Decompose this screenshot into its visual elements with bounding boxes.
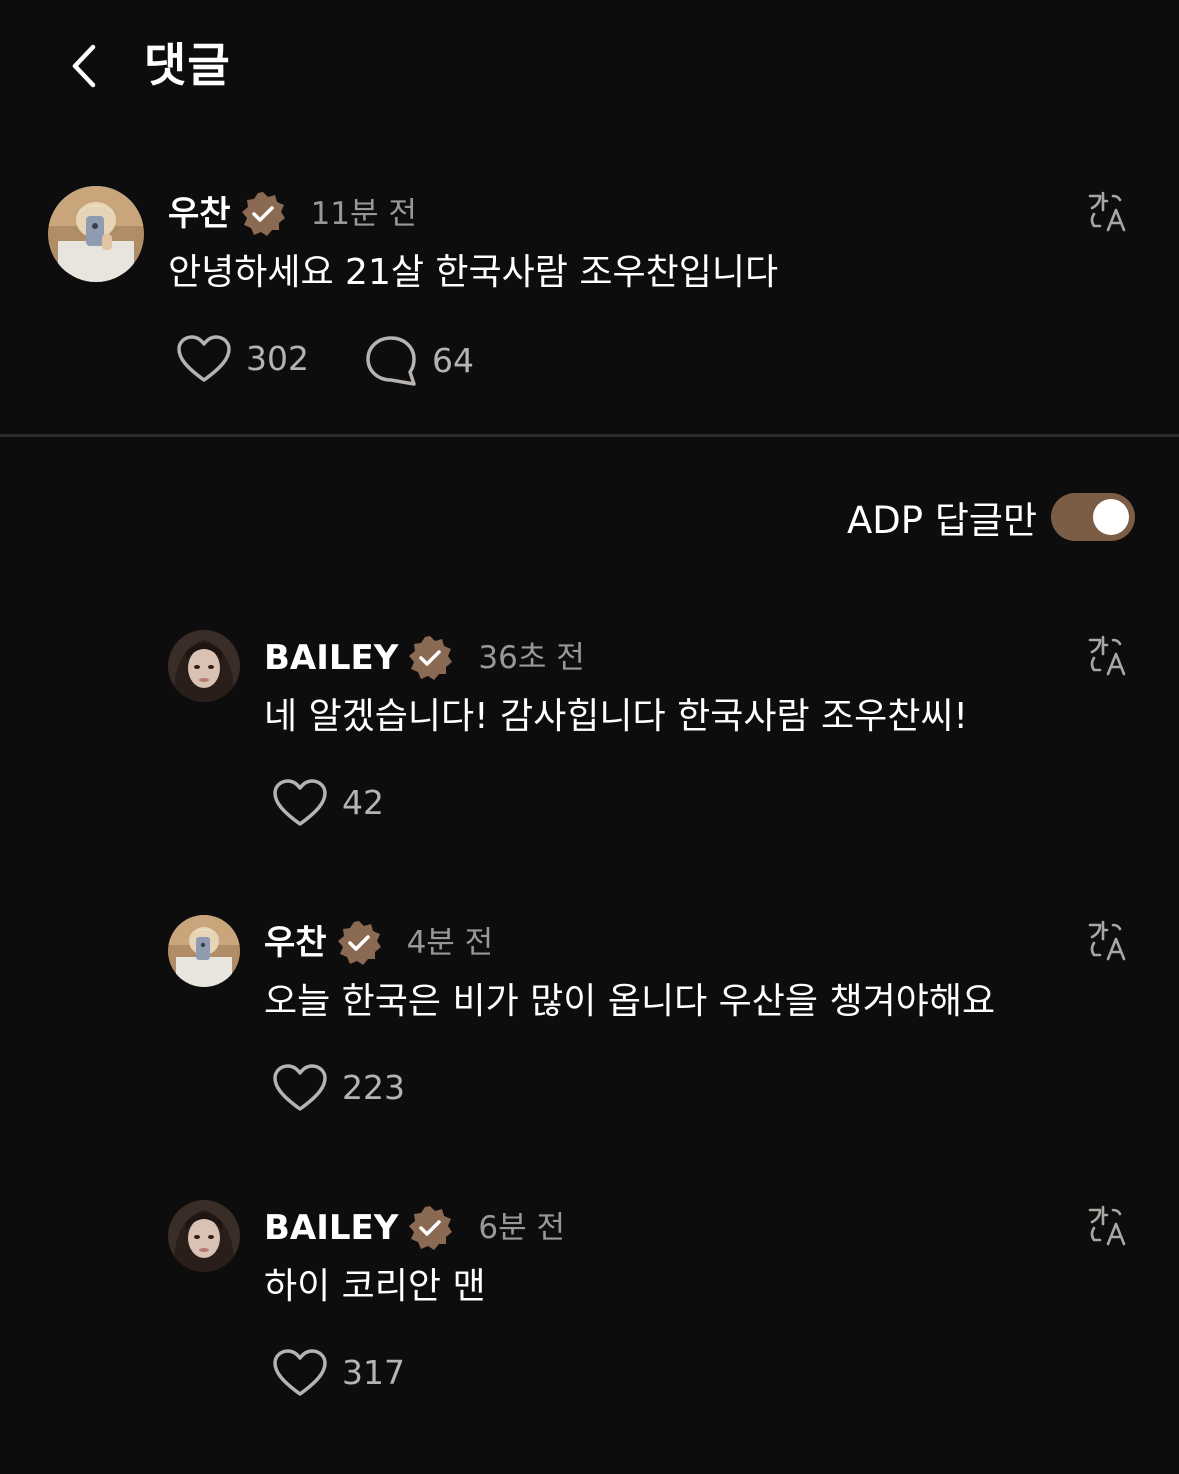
comment-text: 오늘 한국은 비가 많이 옵니다 우산을 챙겨야해요 [264, 981, 996, 1022]
avatar[interactable] [168, 915, 240, 987]
speech-bubble-icon [366, 336, 416, 386]
like-count: 302 [246, 339, 309, 378]
comment-text: 안녕하세요 21살 한국사람 조우찬입니다 [168, 252, 779, 293]
like-button[interactable]: 302 [176, 334, 309, 384]
translate-icon [1088, 191, 1126, 232]
main-comment: 우찬 11분 전 안녕하세요 21살 한국사람 조우찬입니다 302 64 [0, 0, 1179, 430]
username[interactable]: BAILEY [264, 636, 398, 680]
username[interactable]: BAILEY [264, 1206, 398, 1250]
comment-header: BAILEY 36초 전 [264, 634, 585, 682]
translate-button[interactable] [1086, 1204, 1130, 1248]
comment-text: 네 알겠습니다! 감사힙니다 한국사람 조우찬씨! [264, 696, 968, 737]
timestamp: 36초 전 [478, 640, 585, 676]
reply-count: 64 [432, 341, 474, 380]
heart-icon [273, 1064, 327, 1111]
avatar[interactable] [48, 186, 144, 282]
translate-button[interactable] [1086, 634, 1130, 678]
translate-icon [1088, 1205, 1126, 1246]
timestamp: 4분 전 [406, 925, 494, 961]
comment-text: 하이 코리안 맨 [264, 1266, 486, 1307]
timestamp: 6분 전 [478, 1210, 566, 1246]
verified-badge-icon [335, 919, 383, 967]
verified-badge-icon [406, 1204, 454, 1252]
translate-button[interactable] [1086, 919, 1130, 963]
like-count: 223 [342, 1068, 405, 1107]
adp-replies-filter: ADP 답글만 [790, 488, 1135, 546]
like-count: 42 [342, 783, 384, 822]
like-button[interactable]: 317 [272, 1348, 405, 1398]
comment-header: BAILEY 6분 전 [264, 1204, 565, 1252]
reply-button[interactable]: 64 [364, 334, 474, 388]
adp-replies-toggle[interactable] [1051, 493, 1135, 541]
translate-button[interactable] [1086, 190, 1130, 234]
heart-icon [177, 335, 231, 382]
comment-header: 우찬 4분 전 [264, 919, 493, 967]
timestamp: 11분 전 [310, 196, 417, 232]
translate-icon [1088, 635, 1126, 676]
like-button[interactable]: 42 [272, 778, 384, 828]
verified-badge-icon [239, 190, 287, 238]
reply-item: BAILEY 6분 전 하이 코리안 맨 317 [0, 0, 1179, 1396]
translate-icon [1088, 920, 1126, 961]
toggle-knob [1093, 499, 1129, 535]
filter-label: ADP 답글만 [847, 499, 1037, 542]
heart-icon [273, 779, 327, 826]
username[interactable]: 우찬 [264, 921, 327, 965]
like-button[interactable]: 223 [272, 1063, 405, 1113]
avatar[interactable] [168, 630, 240, 702]
comment-header: 우찬 11분 전 [168, 190, 417, 238]
heart-icon [273, 1349, 327, 1396]
like-count: 317 [342, 1353, 405, 1392]
verified-badge-icon [406, 634, 454, 682]
avatar[interactable] [168, 1200, 240, 1272]
divider [0, 434, 1179, 437]
username[interactable]: 우찬 [168, 192, 231, 236]
